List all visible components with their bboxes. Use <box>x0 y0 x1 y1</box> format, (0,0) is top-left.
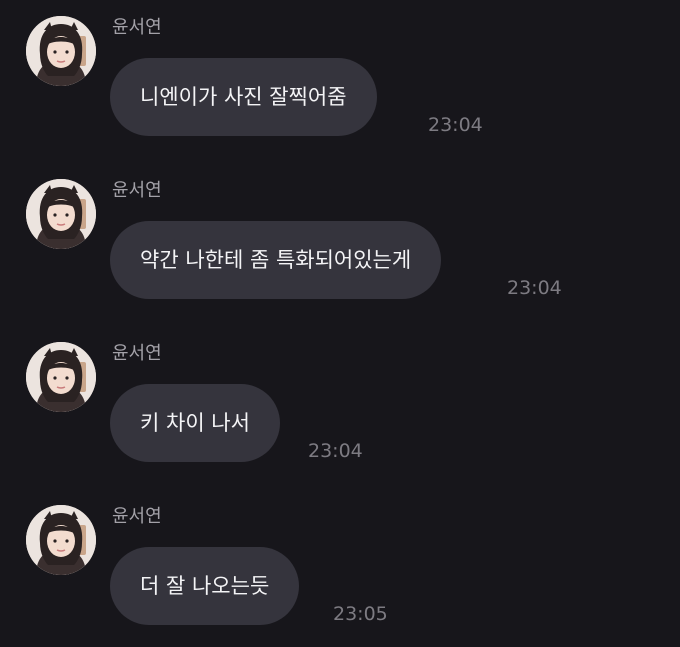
avatar-photo-icon <box>26 179 96 249</box>
avatar[interactable] <box>26 16 96 86</box>
avatar-photo-icon <box>26 16 96 86</box>
message-bubble[interactable]: 더 잘 나오는듯 <box>110 547 300 625</box>
sender-name: 윤서연 <box>112 17 162 38</box>
sender-name: 윤서연 <box>112 180 162 201</box>
message-time: 23:05 <box>333 603 388 625</box>
sender-name: 윤서연 <box>112 506 162 527</box>
message-bubble[interactable]: 키 차이 나서 <box>110 384 280 462</box>
avatar-photo-icon <box>26 342 96 412</box>
message-time: 23:04 <box>428 114 483 136</box>
message-time: 23:04 <box>308 440 363 462</box>
avatar[interactable] <box>26 342 96 412</box>
avatar[interactable] <box>26 179 96 249</box>
message-time: 23:04 <box>507 277 562 299</box>
chat-thread: 윤서연 니엔이가 사진 잘찍어줌 23:04 윤서연 약간 나한테 좀 특화되어… <box>0 0 680 647</box>
avatar[interactable] <box>26 505 96 575</box>
sender-name: 윤서연 <box>112 343 162 364</box>
message-bubble[interactable]: 약간 나한테 좀 특화되어있는게 <box>110 221 442 299</box>
message-bubble[interactable]: 니엔이가 사진 잘찍어줌 <box>110 58 377 136</box>
avatar-photo-icon <box>26 505 96 575</box>
